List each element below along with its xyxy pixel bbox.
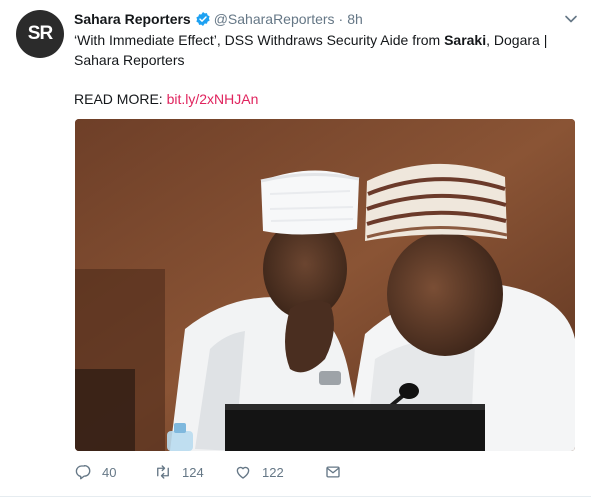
read-more-label: READ MORE: [74, 91, 167, 107]
direct-message-button[interactable] [324, 463, 352, 481]
retweet-icon [157, 465, 169, 479]
read-more-line: READ MORE: bit.ly/2xNHJAn [74, 89, 258, 109]
retweet-count: 124 [182, 464, 204, 480]
like-count: 122 [262, 464, 284, 480]
chevron-down-icon[interactable] [564, 12, 578, 26]
author-handle[interactable]: @SaharaReporters [214, 11, 335, 27]
divider [0, 496, 591, 497]
heart-icon [236, 466, 250, 479]
tweet-text-part1: ‘With Immediate Effect’, DSS Withdraws S… [74, 32, 445, 48]
tweet-photo[interactable] [75, 119, 575, 451]
envelope-icon [326, 466, 340, 478]
reply-button[interactable]: 40 [74, 463, 154, 481]
header-separator: · [338, 11, 344, 27]
reply-count: 40 [102, 464, 117, 480]
tweet-text-bold: Saraki [444, 32, 487, 48]
tweet-header: Sahara Reporters @SaharaReporters · 8h [74, 10, 363, 28]
tweet-text: ‘With Immediate Effect’, DSS Withdraws S… [74, 30, 574, 70]
retweet-button[interactable]: 124 [154, 463, 234, 481]
tweet-timestamp[interactable]: 8h [347, 11, 363, 27]
read-more-link[interactable]: bit.ly/2xNHJAn [167, 91, 259, 107]
avatar[interactable]: SR [16, 10, 64, 58]
tweet-actions: 40 124 122 [74, 462, 352, 482]
reply-icon [75, 464, 91, 480]
verified-badge-icon [196, 12, 210, 26]
tweet-card[interactable]: SR Sahara Reporters @SaharaReporters · 8… [0, 0, 591, 501]
avatar-logo: SR [27, 23, 53, 44]
like-button[interactable]: 122 [234, 463, 324, 481]
photo-illustration [75, 119, 575, 451]
author-name[interactable]: Sahara Reporters [74, 11, 191, 27]
